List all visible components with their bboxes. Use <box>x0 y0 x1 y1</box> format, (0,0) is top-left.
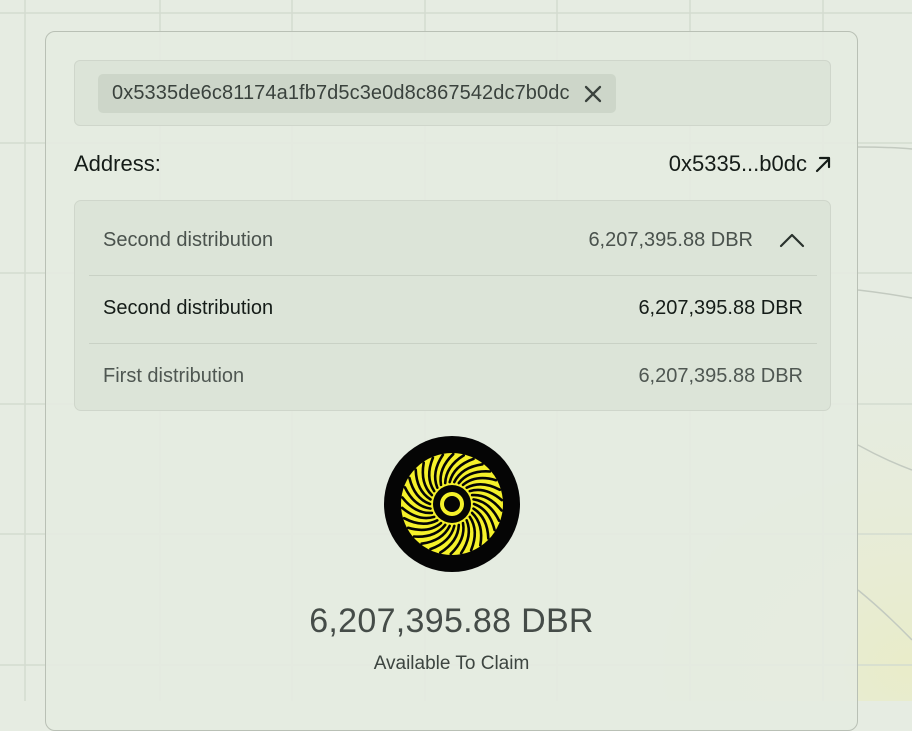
claim-card: 0x5335de6c81174a1fb7d5c3e0d8c867542dc7b0… <box>45 31 858 731</box>
address-label: Address: <box>74 151 161 176</box>
close-icon[interactable] <box>582 83 604 105</box>
selected-distribution-name: Second distribution <box>103 228 274 251</box>
chevron-up-icon <box>779 230 805 250</box>
distribution-option-amount: 6,207,395.88 DBR <box>638 365 803 387</box>
distribution-option-name: First distribution <box>103 365 245 387</box>
claim-amount: 6,207,395.88 DBR <box>309 602 594 640</box>
selected-distribution-amount: 6,207,395.88 DBR <box>588 228 753 251</box>
distribution-selector: Second distribution 6,207,395.88 DBR Sec… <box>74 200 831 411</box>
distribution-option-name: Second distribution <box>103 297 274 319</box>
distribution-option-second[interactable]: Second distribution 6,207,395.88 DBR <box>89 275 817 341</box>
dbr-token-logo <box>384 436 520 572</box>
address-row: Address: 0x5335...b0dc <box>74 149 833 179</box>
distribution-option-first[interactable]: First distribution 6,207,395.88 DBR <box>89 343 817 409</box>
address-chip: 0x5335de6c81174a1fb7d5c3e0d8c867542dc7b0… <box>98 74 616 113</box>
arrow-up-right-icon <box>815 156 831 173</box>
address-chip-text: 0x5335de6c81174a1fb7d5c3e0d8c867542dc7b0… <box>112 82 570 104</box>
distribution-dropdown-toggle[interactable]: Second distribution 6,207,395.88 DBR <box>89 207 817 273</box>
claim-label: Available To Claim <box>373 653 530 674</box>
address-explorer-link[interactable]: 0x5335...b0dc <box>669 151 833 177</box>
address-search-input[interactable]: 0x5335de6c81174a1fb7d5c3e0d8c867542dc7b0… <box>74 60 831 126</box>
distribution-option-amount: 6,207,395.88 DBR <box>638 297 803 319</box>
address-short-value: 0x5335...b0dc <box>668 151 807 176</box>
